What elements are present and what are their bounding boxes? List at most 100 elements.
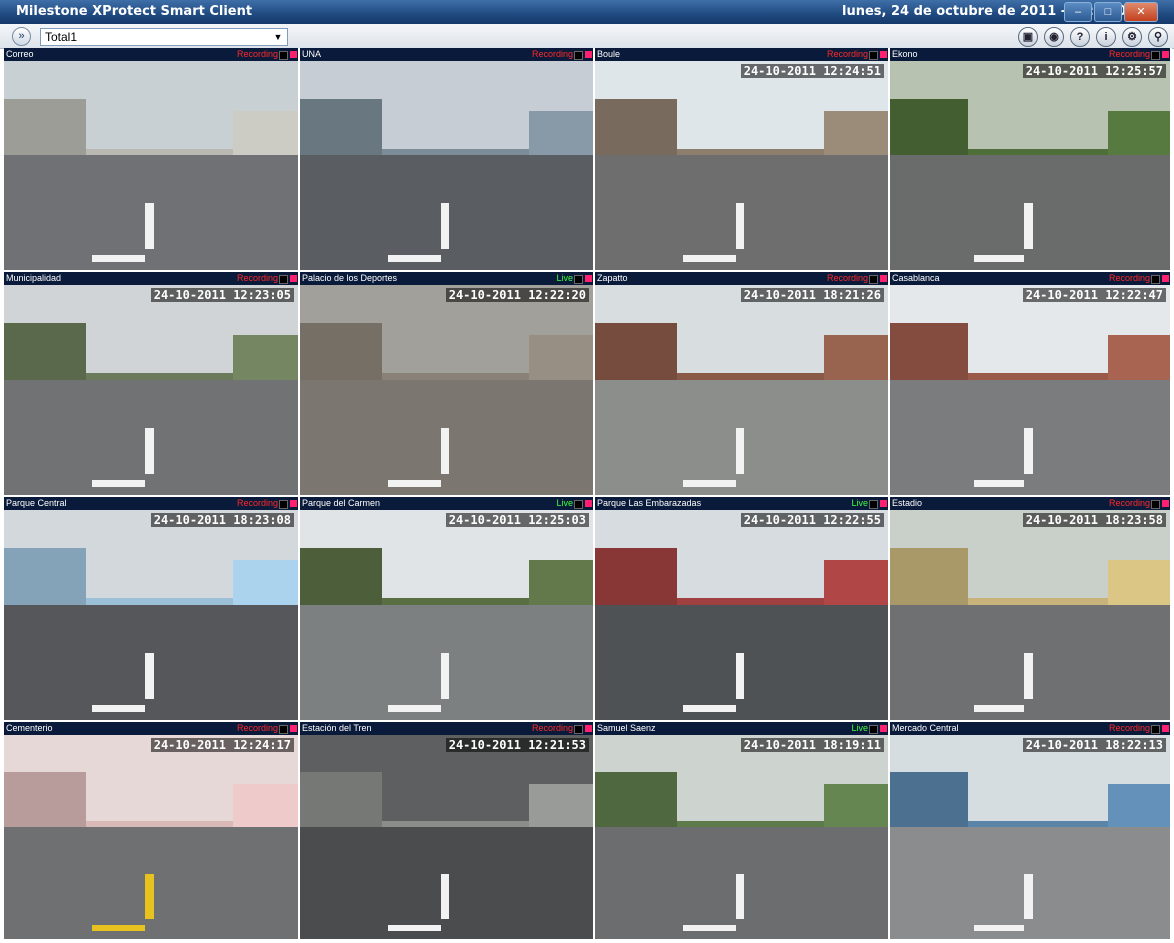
camera-tile[interactable]: Correo Recording bbox=[4, 48, 298, 270]
road-marking bbox=[1024, 203, 1033, 250]
camera-indicator bbox=[585, 725, 592, 732]
camera-timestamp: 24-10-2011 18:19:11 bbox=[740, 738, 884, 752]
camera-video[interactable]: 24-10-2011 12:22:20 bbox=[300, 285, 593, 495]
camera-video[interactable]: 24-10-2011 12:22:55 bbox=[595, 510, 888, 720]
camera-video[interactable] bbox=[4, 61, 298, 270]
camera-tile[interactable]: Boule Recording 24-10-2011 12:24:51 bbox=[595, 48, 888, 270]
camera-tile[interactable]: Mercado Central Recording 24-10-2011 18:22… bbox=[890, 722, 1170, 939]
road-marking bbox=[974, 705, 1025, 712]
camera-indicator bbox=[585, 51, 592, 58]
camera-video[interactable]: 24-10-2011 12:22:47 bbox=[890, 285, 1170, 495]
camera-timestamp: 24-10-2011 18:23:58 bbox=[1022, 513, 1166, 527]
camera-tile[interactable]: Estadio Recording 24-10-2011 18:23:58 bbox=[890, 497, 1170, 720]
camera-indicator bbox=[279, 725, 288, 734]
camera-tile[interactable]: Parque Las Embarazadas Live 24-10-2011 12:… bbox=[595, 497, 888, 720]
camera-status: Recording bbox=[1108, 498, 1150, 508]
status-icon[interactable]: ◉ bbox=[1044, 27, 1064, 47]
camera-video[interactable]: 24-10-2011 12:23:05 bbox=[4, 285, 298, 495]
camera-video[interactable]: 24-10-2011 18:21:26 bbox=[595, 285, 888, 495]
camera-header: Casablanca Recording bbox=[890, 272, 1170, 285]
camera-header: Estadio Recording bbox=[890, 497, 1170, 510]
expand-icon[interactable]: » bbox=[12, 27, 31, 46]
road-marking bbox=[735, 652, 745, 699]
road-marking bbox=[387, 480, 441, 487]
road-marking bbox=[440, 427, 450, 474]
camera-indicator bbox=[869, 725, 878, 734]
camera-indicator bbox=[574, 500, 583, 509]
camera-status: Recording bbox=[826, 49, 868, 59]
camera-indicator bbox=[1162, 51, 1169, 58]
camera-indicator bbox=[1151, 500, 1160, 509]
camera-tile[interactable]: Ekono Recording 24-10-2011 12:25:57 bbox=[890, 48, 1170, 270]
camera-status: Live bbox=[851, 723, 868, 733]
camera-indicator bbox=[290, 500, 297, 507]
camera-video[interactable]: 24-10-2011 18:23:58 bbox=[890, 510, 1170, 720]
camera-timestamp: 24-10-2011 12:24:17 bbox=[150, 738, 294, 752]
road-marking bbox=[145, 873, 154, 919]
road-marking bbox=[440, 873, 450, 919]
camera-indicator bbox=[880, 725, 887, 732]
road-marking bbox=[92, 924, 146, 931]
road-marking bbox=[682, 705, 736, 712]
toolbar: » Total1 ▼ ▣ ◉ ? i ⚙ ⚲ bbox=[0, 24, 1174, 49]
camera-header: Boule Recording bbox=[595, 48, 888, 61]
camera-tile[interactable]: Casablanca Recording 24-10-2011 12:22:47 bbox=[890, 272, 1170, 495]
camera-name: Mercado Central bbox=[892, 723, 959, 733]
road-marking bbox=[145, 203, 154, 250]
camera-indicator bbox=[290, 725, 297, 732]
camera-status: Recording bbox=[1108, 49, 1150, 59]
camera-name: Ekono bbox=[892, 49, 918, 59]
help-icon[interactable]: ? bbox=[1070, 27, 1090, 47]
camera-video[interactable]: 24-10-2011 12:25:03 bbox=[300, 510, 593, 720]
camera-header: Samuel Saenz Live bbox=[595, 722, 888, 735]
camera-name: Estadio bbox=[892, 498, 923, 508]
camera-timestamp: 24-10-2011 18:22:13 bbox=[1022, 738, 1166, 752]
road-marking bbox=[974, 924, 1025, 931]
camera-tile[interactable]: Cementerio Recording 24-10-2011 12:24:17 bbox=[4, 722, 298, 939]
camera-video[interactable]: 24-10-2011 12:24:17 bbox=[4, 735, 298, 939]
close-button[interactable]: ✕ bbox=[1124, 2, 1158, 22]
camera-grid: Correo Recording UNA Recording Boule Recordin… bbox=[4, 48, 1172, 941]
camera-indicator bbox=[574, 51, 583, 60]
road-marking bbox=[387, 924, 441, 931]
camera-header: Parque Central Recording bbox=[4, 497, 298, 510]
camera-video[interactable]: 24-10-2011 12:21:53 bbox=[300, 735, 593, 939]
camera-status: Recording bbox=[236, 49, 278, 59]
camera-timestamp: 24-10-2011 12:22:47 bbox=[1022, 288, 1166, 302]
maximize-button[interactable]: □ bbox=[1094, 2, 1122, 22]
window-controls: – □ ✕ bbox=[1062, 2, 1158, 22]
road-marking bbox=[735, 203, 745, 250]
road-marking bbox=[682, 255, 736, 262]
camera-video[interactable]: 24-10-2011 12:24:51 bbox=[595, 61, 888, 270]
camera-video[interactable] bbox=[300, 61, 593, 270]
camera-tile[interactable]: Municipalidad Recording 24-10-2011 12:23:0… bbox=[4, 272, 298, 495]
view-select[interactable]: Total1 ▼ bbox=[40, 28, 288, 46]
minimize-button[interactable]: – bbox=[1064, 2, 1092, 22]
camera-indicator bbox=[880, 51, 887, 58]
camera-tile[interactable]: Samuel Saenz Live 24-10-2011 18:19:11 bbox=[595, 722, 888, 939]
camera-indicator bbox=[574, 725, 583, 734]
camera-tile[interactable]: Zapatto Recording 24-10-2011 18:21:26 bbox=[595, 272, 888, 495]
camera-tile[interactable]: UNA Recording bbox=[300, 48, 593, 270]
camera-header: Cementerio Recording bbox=[4, 722, 298, 735]
camera-header: Palacio de los Deportes Live bbox=[300, 272, 593, 285]
info-icon[interactable]: i bbox=[1096, 27, 1116, 47]
camera-indicator bbox=[880, 275, 887, 282]
camera-header: Correo Recording bbox=[4, 48, 298, 61]
fullscreen-icon[interactable]: ▣ bbox=[1018, 27, 1038, 47]
settings-icon[interactable]: ⚙ bbox=[1122, 27, 1142, 47]
camera-indicator bbox=[1151, 51, 1160, 60]
camera-tile[interactable]: Parque Central Recording 24-10-2011 18:23:… bbox=[4, 497, 298, 720]
camera-video[interactable]: 24-10-2011 18:23:08 bbox=[4, 510, 298, 720]
camera-indicator bbox=[869, 51, 878, 60]
camera-video[interactable]: 24-10-2011 12:25:57 bbox=[890, 61, 1170, 270]
camera-indicator bbox=[1162, 500, 1169, 507]
camera-video[interactable]: 24-10-2011 18:22:13 bbox=[890, 735, 1170, 939]
camera-tile[interactable]: Palacio de los Deportes Live 24-10-2011 12… bbox=[300, 272, 593, 495]
camera-status: Live bbox=[556, 498, 573, 508]
search-icon[interactable]: ⚲ bbox=[1148, 27, 1168, 47]
camera-tile[interactable]: Estación del Tren Recording 24-10-2011 12:… bbox=[300, 722, 593, 939]
camera-tile[interactable]: Parque del Carmen Live 24-10-2011 12:25:03 bbox=[300, 497, 593, 720]
camera-video[interactable]: 24-10-2011 18:19:11 bbox=[595, 735, 888, 939]
camera-name: Parque Las Embarazadas bbox=[597, 498, 702, 508]
